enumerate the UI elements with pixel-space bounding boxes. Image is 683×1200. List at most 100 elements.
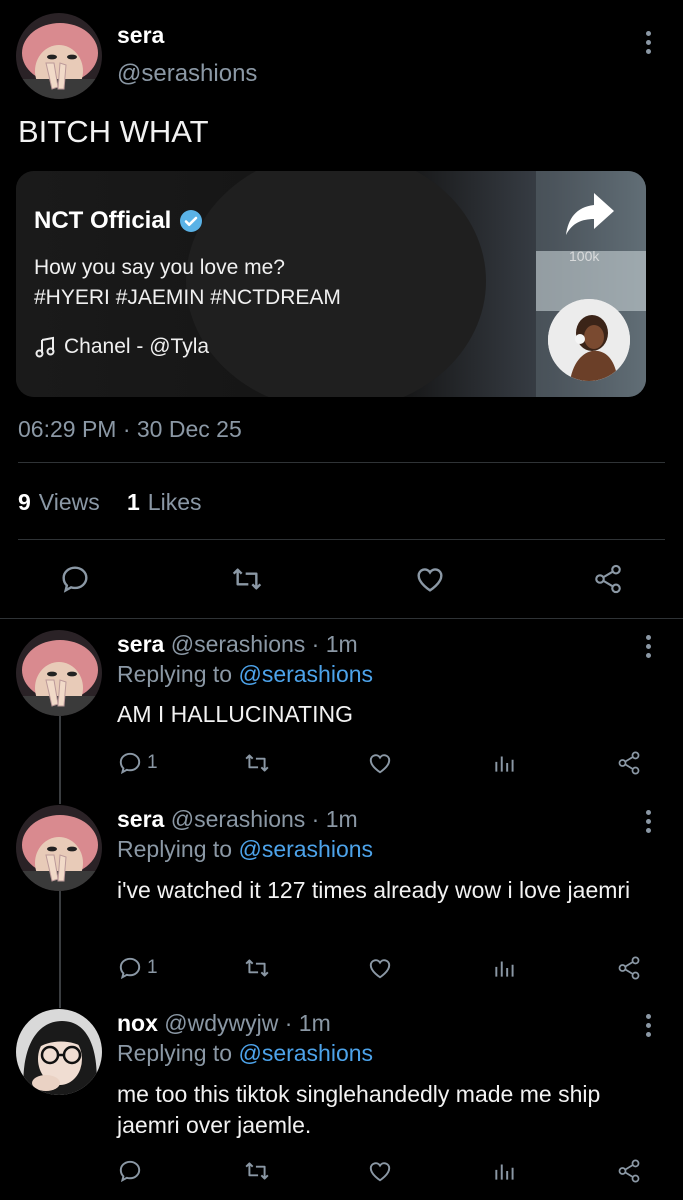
embedded-video-card[interactable]: NCT Official How you say you love me? #H… bbox=[16, 171, 646, 397]
share-button[interactable] bbox=[615, 750, 643, 776]
retweet-button[interactable] bbox=[243, 1158, 271, 1184]
divider bbox=[18, 539, 665, 540]
heart-icon bbox=[369, 754, 391, 774]
retweet-icon bbox=[232, 568, 262, 590]
reply-button[interactable] bbox=[117, 1158, 143, 1184]
heart-icon bbox=[369, 959, 391, 979]
reply-text: me too this tiktok singlehandedly made m… bbox=[117, 1081, 601, 1138]
more-icon bbox=[645, 31, 651, 36]
avatar[interactable] bbox=[16, 1009, 102, 1095]
reply-button[interactable] bbox=[59, 563, 91, 595]
video-thumbnail bbox=[16, 171, 646, 397]
author-meta[interactable]: @serashions · 1m bbox=[171, 806, 358, 832]
like-button[interactable] bbox=[366, 1158, 394, 1184]
card-share-button[interactable] bbox=[562, 189, 618, 239]
avatar-image bbox=[16, 630, 102, 716]
views-button[interactable] bbox=[492, 1158, 518, 1184]
card-music[interactable]: Chanel - @Tyla bbox=[34, 335, 209, 359]
like-button[interactable] bbox=[366, 750, 394, 776]
share-icon bbox=[618, 1159, 640, 1183]
reply-text: i've watched it 127 times already wow i … bbox=[117, 877, 631, 903]
likes-label: Likes bbox=[147, 489, 202, 515]
replying-to: Replying to @serashions bbox=[117, 661, 373, 688]
avatar[interactable] bbox=[16, 630, 102, 716]
views-count: 9 bbox=[18, 489, 31, 515]
replying-to: Replying to @serashions bbox=[117, 1040, 373, 1067]
analytics-icon bbox=[495, 961, 514, 977]
reply-icon bbox=[119, 752, 141, 775]
share-button[interactable] bbox=[615, 1158, 643, 1184]
author-handle[interactable]: @serashions bbox=[117, 60, 257, 88]
author-name[interactable]: sera bbox=[117, 631, 164, 657]
author-name[interactable]: nox bbox=[117, 1010, 158, 1036]
reply-header: sera @serashions · 1m bbox=[117, 631, 358, 658]
share-button[interactable] bbox=[615, 955, 643, 981]
thread-line bbox=[59, 716, 61, 804]
author-name[interactable]: sera bbox=[117, 22, 164, 49]
replying-prefix: Replying to bbox=[117, 836, 233, 862]
retweet-icon bbox=[245, 754, 269, 772]
reply-icon bbox=[119, 1160, 141, 1183]
avatar-image bbox=[16, 13, 102, 99]
retweet-icon bbox=[245, 959, 269, 977]
verified-badge-icon bbox=[179, 209, 203, 233]
music-disc[interactable] bbox=[548, 299, 630, 381]
more-options-button[interactable] bbox=[643, 635, 653, 658]
music-note-icon bbox=[34, 336, 56, 358]
views-button[interactable] bbox=[492, 955, 518, 981]
more-icon bbox=[645, 635, 651, 640]
like-button[interactable] bbox=[366, 955, 394, 981]
share-arrow-icon bbox=[566, 193, 614, 235]
likes-count: 1 bbox=[127, 489, 140, 515]
divider bbox=[18, 462, 665, 463]
author-name[interactable]: sera bbox=[117, 806, 164, 832]
avatar-image bbox=[16, 805, 102, 891]
divider bbox=[0, 618, 683, 619]
reply-icon bbox=[119, 957, 141, 980]
retweet-button[interactable] bbox=[243, 750, 271, 776]
tweet-text: BITCH WHAT bbox=[18, 114, 209, 149]
share-icon bbox=[618, 751, 640, 775]
avatar[interactable] bbox=[16, 805, 102, 891]
replying-to: Replying to @serashions bbox=[117, 836, 373, 863]
card-account[interactable]: NCT Official bbox=[34, 207, 203, 235]
thread-line bbox=[59, 891, 61, 1008]
more-options-button[interactable] bbox=[643, 1014, 653, 1037]
analytics-icon bbox=[495, 756, 514, 772]
share-icon bbox=[595, 564, 621, 594]
avatar[interactable] bbox=[16, 13, 102, 99]
more-options-button[interactable] bbox=[643, 810, 653, 833]
views-label: Views bbox=[38, 489, 100, 515]
card-account-name: NCT Official bbox=[34, 207, 172, 234]
retweet-button[interactable] bbox=[230, 563, 264, 595]
replying-handle[interactable]: @serashions bbox=[238, 1040, 373, 1066]
analytics-icon bbox=[495, 1164, 514, 1180]
heart-icon bbox=[417, 568, 443, 592]
more-options-button[interactable] bbox=[643, 31, 653, 54]
music-disc-image bbox=[548, 299, 630, 381]
card-share-count: 100k bbox=[569, 248, 600, 264]
reply-header: nox @wdywyjw · 1m bbox=[117, 1010, 331, 1037]
card-caption-line2: #HYERI #JAEMIN #NCTDREAM bbox=[34, 286, 341, 309]
likes-stat[interactable]: 1 Likes bbox=[127, 489, 202, 516]
author-meta[interactable]: @wdywyjw · 1m bbox=[164, 1010, 330, 1036]
like-button[interactable] bbox=[413, 563, 447, 595]
share-button[interactable] bbox=[591, 563, 625, 595]
heart-icon bbox=[369, 1162, 391, 1182]
reply-icon bbox=[62, 566, 88, 593]
card-music-label: Chanel - @Tyla bbox=[64, 335, 210, 358]
reply-count: 1 bbox=[147, 752, 158, 773]
reply-button[interactable]: 1 bbox=[117, 955, 158, 981]
reply-header: sera @serashions · 1m bbox=[117, 806, 358, 833]
retweet-icon bbox=[245, 1162, 269, 1180]
author-meta[interactable]: @serashions · 1m bbox=[171, 631, 358, 657]
views-stat[interactable]: 9 Views bbox=[18, 489, 100, 516]
replying-handle[interactable]: @serashions bbox=[238, 836, 373, 862]
retweet-button[interactable] bbox=[243, 955, 271, 981]
reply-count: 1 bbox=[147, 957, 158, 978]
more-icon bbox=[645, 810, 651, 815]
more-icon bbox=[645, 1014, 651, 1019]
replying-handle[interactable]: @serashions bbox=[238, 661, 373, 687]
reply-button[interactable]: 1 bbox=[117, 750, 158, 776]
views-button[interactable] bbox=[492, 750, 518, 776]
